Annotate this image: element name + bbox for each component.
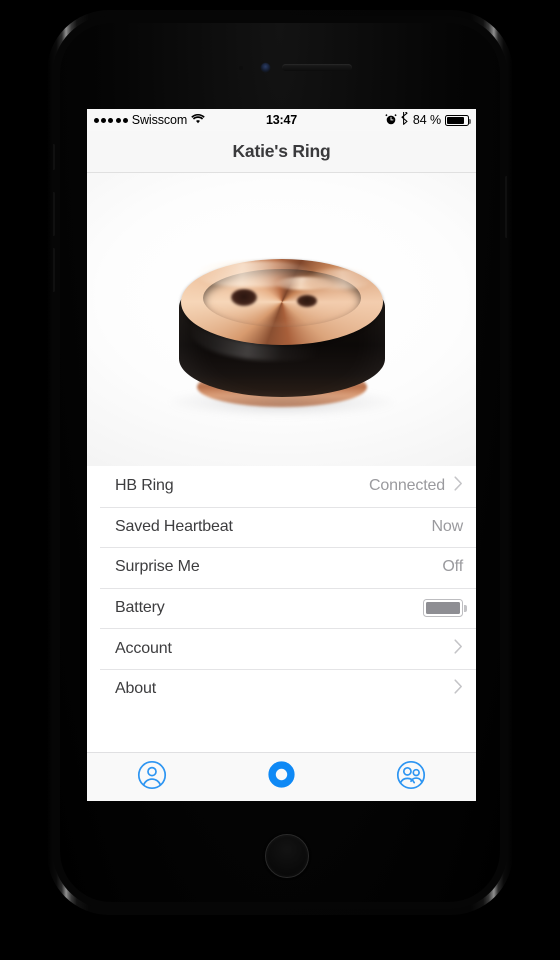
speaker-grille-icon (282, 64, 352, 71)
row-label: Battery (115, 599, 165, 617)
power-button[interactable] (505, 176, 507, 238)
row-saved-heartbeat[interactable]: Saved Heartbeat Now (87, 506, 476, 548)
alarm-clock-icon (385, 113, 397, 128)
ring-rim-highlight-right (306, 269, 373, 290)
row-label: Surprise Me (115, 558, 200, 576)
statusbar-battery-icon (445, 114, 472, 126)
clock-label: 13:47 (266, 113, 297, 127)
row-battery[interactable]: Battery (87, 587, 476, 629)
settings-list: HB Ring Connected Saved Heartbeat Now Su… (87, 466, 476, 710)
page-title: Katie's Ring (232, 141, 331, 161)
battery-percent-label: 84 % (412, 113, 441, 127)
row-accessory (423, 599, 467, 618)
row-accessory: Off (442, 558, 463, 576)
row-accessory (454, 639, 463, 659)
ring-rim-highlight-left (194, 261, 313, 288)
row-value: Connected (368, 477, 445, 495)
row-surprise-me[interactable]: Surprise Me Off (87, 547, 476, 588)
tab-ring[interactable] (217, 753, 347, 801)
phone-screen: Swisscom 13:47 84 % Katie's Ring HB Ring… (87, 109, 476, 801)
ring-battery-icon (423, 599, 467, 618)
chevron-right-icon (454, 476, 463, 496)
tab-friends[interactable] (346, 753, 476, 801)
volume-up-button[interactable] (53, 192, 55, 236)
people-circle-icon (396, 760, 426, 795)
silent-switch[interactable] (53, 144, 55, 170)
row-about[interactable]: About (87, 668, 476, 710)
row-hb-ring[interactable]: HB Ring Connected (87, 466, 476, 507)
row-label: HB Ring (115, 477, 174, 495)
row-accessory: Connected (369, 476, 463, 496)
product-hero-image (87, 173, 476, 466)
tab-bar (87, 752, 476, 801)
volume-down-button[interactable] (53, 248, 55, 292)
row-label: Account (115, 639, 172, 657)
chevron-right-icon (454, 639, 463, 659)
row-accessory: Now (431, 518, 463, 536)
ring-interior-reflection-a (230, 289, 257, 307)
row-value: Now (431, 517, 463, 535)
row-account[interactable]: Account (87, 628, 476, 669)
ring-interior-reflection-b (296, 295, 317, 308)
status-bar-right: 84 % (385, 109, 472, 128)
ring-circle-icon (268, 761, 295, 793)
bluetooth-icon (401, 109, 409, 128)
navigation-bar: Katie's Ring (87, 131, 476, 173)
tab-profile[interactable] (87, 753, 217, 801)
row-accessory (454, 679, 463, 699)
chevron-right-icon (454, 679, 463, 699)
row-value: Off (442, 558, 463, 576)
hb-ring-product-photo (157, 247, 407, 427)
home-button[interactable] (265, 834, 309, 878)
row-label: About (115, 680, 157, 698)
front-camera-icon (261, 63, 270, 72)
row-label: Saved Heartbeat (115, 517, 233, 535)
status-bar: Swisscom 13:47 84 % (87, 109, 476, 131)
person-circle-icon (137, 760, 167, 795)
phone-bezel: Swisscom 13:47 84 % Katie's Ring HB Ring… (53, 16, 507, 909)
phone-device-frame: Swisscom 13:47 84 % Katie's Ring HB Ring… (47, 10, 513, 915)
proximity-sensor-icon (239, 66, 243, 70)
